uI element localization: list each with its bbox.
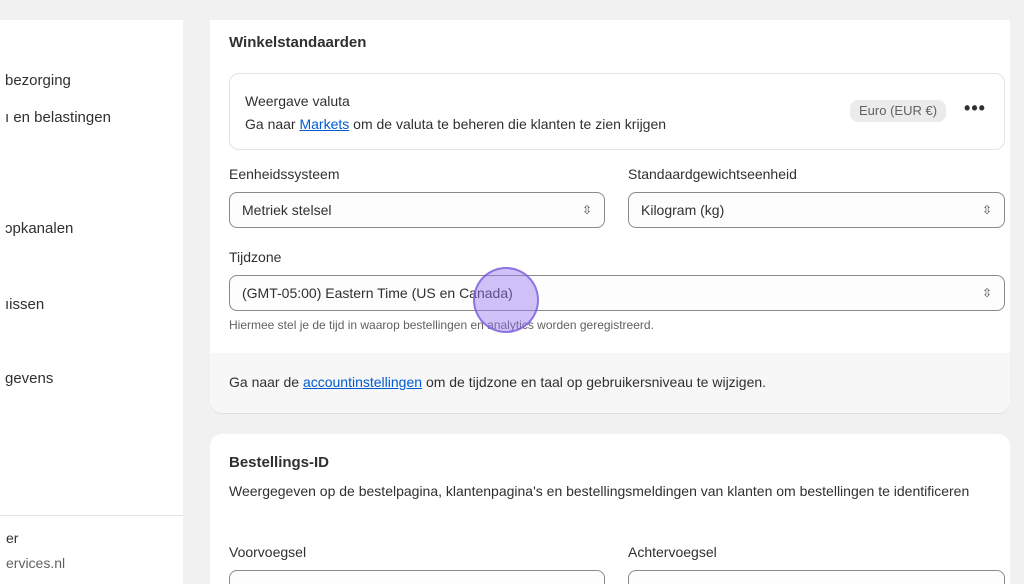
footer-prefix: Ga naar de (229, 374, 300, 390)
sidebar-item-label: bezorging (5, 72, 71, 89)
currency-badge: Euro (EUR €) (850, 100, 947, 122)
order-id-card: Bestellings-ID Weergegeven op de bestelp… (210, 434, 1010, 584)
store-defaults-title: Winkelstandaarden (229, 34, 367, 51)
currency-description: Ga naar Markets om de valuta te beheren … (245, 116, 666, 132)
sidebar-item-sales-channels[interactable]: ɔpkanalen (0, 218, 183, 240)
sidebar-item-label: gevens (5, 370, 54, 387)
sidebar-item-shipping[interactable]: bezorging (0, 70, 183, 92)
display-currency-box: Weergave valuta Ga naar Markets om de va… (229, 73, 1005, 150)
timezone-help-text: Hiermee stel je de tijd in waarop bestel… (229, 318, 654, 332)
unit-system-value: Metriek stelsel (242, 202, 332, 218)
footer-suffix: om de tijdzone en taal op gebruikersnive… (425, 374, 767, 390)
settings-sidebar: bezorging ı en belastingen ɔpkanalen ıis… (0, 20, 183, 584)
currency-desc-prefix: Ga naar (245, 116, 296, 132)
more-horizontal-icon: ••• (964, 98, 986, 118)
timezone-value: (GMT-05:00) Eastern Time (US en Canada) (242, 285, 513, 301)
currency-label: Weergave valuta (245, 93, 350, 109)
weight-unit-select[interactable]: Kilogram (kg) ⇳ (628, 192, 1005, 228)
prefix-label: Voorvoegsel (229, 544, 307, 560)
order-id-description: Weergegeven op de bestelpagina, klantenp… (229, 483, 970, 499)
sidebar-item-permissions[interactable]: ıissen (0, 294, 183, 316)
sidebar-item-label: ıissen (5, 296, 45, 313)
unit-system-select[interactable]: Metriek stelsel ⇳ (229, 192, 605, 228)
footer-text: Ga naar de accountinstellingen om de tij… (229, 374, 766, 390)
suffix-input[interactable] (628, 570, 1005, 584)
order-id-title: Bestellings-ID (229, 454, 330, 471)
weight-unit-label: Standaardgewichtseenheid (628, 166, 797, 182)
timezone-footer: Ga naar de accountinstellingen om de tij… (210, 353, 1010, 413)
timezone-label: Tijdzone (229, 249, 282, 265)
chevron-up-down-icon: ⇳ (581, 203, 592, 217)
weight-unit-value: Kilogram (kg) (641, 202, 725, 218)
unit-system-label: Eenheidssysteem (229, 166, 340, 182)
sidebar-item-customer-data[interactable]: gevens (0, 368, 183, 390)
store-defaults-card: Winkelstandaarden Weergave valuta Ga naa… (210, 20, 1010, 413)
sidebar-divider (0, 515, 183, 516)
sidebar-user-name[interactable]: er (6, 530, 18, 546)
sidebar-item-taxes[interactable]: ı en belastingen (0, 107, 183, 129)
prefix-input[interactable] (229, 570, 605, 584)
more-actions-button[interactable]: ••• (961, 96, 989, 124)
account-settings-link[interactable]: accountinstellingen (303, 374, 422, 390)
sidebar-user-domain: ervices.nl (6, 555, 66, 571)
chevron-up-down-icon: ⇳ (981, 203, 992, 217)
currency-desc-suffix: om de valuta te beheren die klanten te z… (353, 116, 667, 132)
sidebar-item-label: ɔpkanalen (5, 220, 74, 237)
markets-link[interactable]: Markets (299, 116, 349, 132)
chevron-up-down-icon: ⇳ (981, 286, 992, 300)
timezone-select[interactable]: (GMT-05:00) Eastern Time (US en Canada) … (229, 275, 1005, 311)
suffix-label: Achtervoegsel (628, 544, 717, 560)
sidebar-item-label: ı en belastingen (5, 109, 111, 126)
